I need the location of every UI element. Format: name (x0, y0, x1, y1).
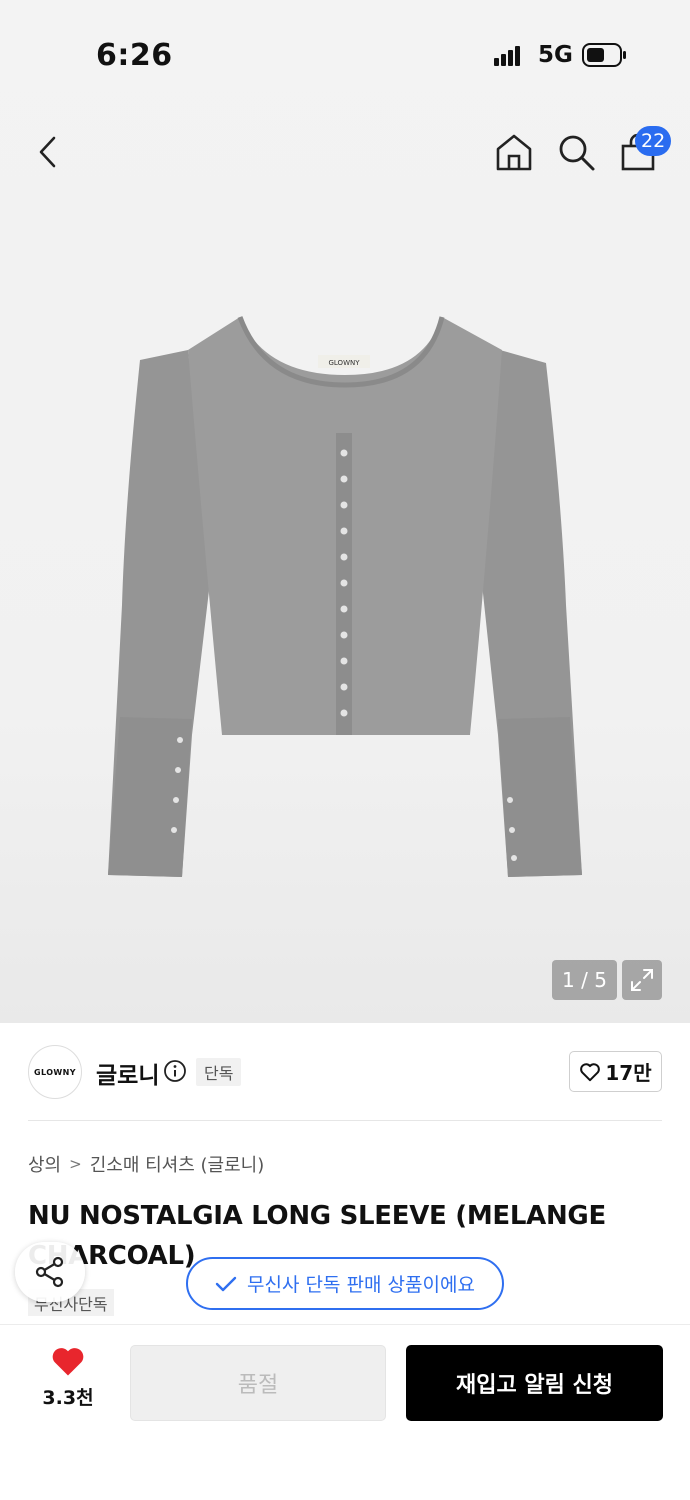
product-like-button[interactable]: 3.3천 (30, 1345, 106, 1410)
toast-text: 무신사 단독 판매 상품이에요 (247, 1274, 475, 1296)
brand-logo-text: GLOWNY (34, 1067, 76, 1077)
status-time: 6:26 (96, 38, 173, 73)
status-bar: 6:26 5G (0, 0, 690, 110)
share-icon (35, 1256, 64, 1288)
check-icon (215, 1276, 237, 1291)
brand-like-count: 17만 (605, 1061, 652, 1085)
search-button[interactable] (552, 128, 600, 176)
image-counter: 1 / 5 (552, 960, 617, 1000)
info-icon[interactable] (163, 1059, 187, 1083)
chevron-right-icon: > (69, 1155, 82, 1173)
signal-icon (494, 46, 520, 66)
breadcrumb-subcategory[interactable]: 긴소매 티셔츠 (글로니) (90, 1151, 265, 1177)
cart-count-badge: 22 (635, 126, 672, 156)
heart-outline-icon (580, 1062, 601, 1081)
share-button[interactable] (15, 1242, 85, 1302)
expand-icon (631, 969, 653, 991)
heart-filled-icon (52, 1348, 84, 1376)
brand-logo[interactable]: GLOWNY (28, 1045, 82, 1099)
brand-like-button[interactable]: 17만 (569, 1051, 662, 1092)
product-image[interactable]: GLOWNY (100, 305, 590, 885)
brand-name[interactable]: 글로니 (96, 1056, 159, 1090)
home-button[interactable] (490, 128, 538, 176)
breadcrumb: 상의 > 긴소매 티셔츠 (글로니) (28, 1150, 264, 1178)
exclusive-toast: 무신사 단독 판매 상품이에요 (186, 1257, 504, 1310)
restock-alert-button[interactable]: 재입고 알림 신청 (406, 1345, 663, 1421)
network-label: 5G (538, 42, 573, 68)
top-nav (0, 120, 690, 184)
soldout-button[interactable]: 품절 (130, 1345, 386, 1421)
divider (28, 1120, 662, 1121)
home-icon (496, 134, 532, 171)
search-icon (559, 135, 595, 171)
back-button[interactable] (24, 128, 72, 176)
chevron-left-icon (39, 136, 56, 168)
product-like-count: 3.3천 (42, 1387, 94, 1409)
garment-label: GLOWNY (328, 359, 360, 367)
product-gallery[interactable]: 6:26 5G 22 GLOWNY 1 / 5 (0, 0, 690, 1023)
battery-icon (582, 43, 626, 67)
exclusive-badge: 단독 (196, 1058, 242, 1086)
breadcrumb-category[interactable]: 상의 (28, 1151, 61, 1177)
expand-button[interactable] (622, 960, 662, 1000)
